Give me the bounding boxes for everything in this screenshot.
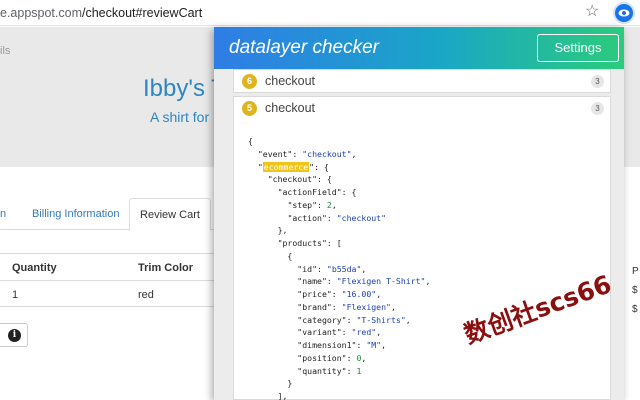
code-line: "name": "Flexigen T-Shirt", [297,276,431,287]
column-header-quantity: Quantity [12,262,57,274]
code-line: "actionField": { [277,187,357,197]
address-bar[interactable]: e.appspot.com/checkout#reviewCart [0,6,202,20]
settings-button[interactable]: Settings [537,34,619,62]
event-name: checkout [265,101,316,115]
event-count-badge: 3 [591,75,604,88]
star-icon[interactable]: ☆ [585,3,599,21]
row-divider [0,306,230,307]
code-line: "products": [ [277,238,342,248]
cell-trim-color: red [138,289,154,301]
code-line: } [248,378,293,389]
code-line: "variant": "red", [297,327,382,338]
eye-icon [618,9,630,17]
code-line: "checkout": { [267,174,332,185]
event-name: checkout [265,74,316,88]
popup-header: datalayer checker Settings [214,27,624,69]
code-line: "ecommerce": { [257,161,329,172]
tab-billing-information[interactable]: Billing Information [32,198,119,230]
datalayer-checker-popup: datalayer checker Settings 6 checkout 3 … [214,27,624,400]
cell-quantity: 1 [12,289,19,301]
event-count-badge: 3 [591,102,604,115]
datalayer-json-code: { "event": "checkout", "ecommerce": { "c… [248,135,430,400]
right-fragment: $ [632,285,638,296]
code-line: "brand": "Flexigen", [297,301,396,312]
code-line: { [248,136,253,146]
url-host: e.appspot.com [0,6,82,20]
event-index-badge: 5 [242,101,257,116]
code-line: ], [248,391,288,400]
hero-fragment: ils [0,45,11,57]
datalayer-extension-icon[interactable] [615,4,633,22]
row-divider [0,280,230,281]
cart-table: Quantity Trim Color 1 red [0,253,230,307]
page-subtitle: A shirt for l [150,109,217,125]
code-line: "action": "checkout" [287,212,387,223]
code-line: "event": "checkout", [257,148,357,159]
column-header-trim-color: Trim Color [138,262,194,274]
code-line: "dimension1": "M", [297,340,387,350]
tab-review-cart[interactable]: Review Cart [129,198,211,231]
checkout-tabs: n Billing Information Review Cart [0,198,230,231]
event-index-badge: 6 [242,74,257,89]
right-fragment: $ [632,304,638,315]
browser-toolbar: e.appspot.com/checkout#reviewCart ☆ [0,0,640,26]
code-line: "step": 2, [287,199,337,210]
right-fragment: P [632,266,639,277]
code-line: }, [248,225,288,236]
url-path: /checkout#reviewCart [82,6,203,20]
event-item[interactable]: 6 checkout 3 [233,69,611,93]
code-line: "id": "b55da", [297,263,367,274]
code-line: "price": "16.00", [297,289,382,299]
code-line: "quantity": 1 [297,365,362,376]
right-edge-fragments: P $ $ [632,262,639,319]
event-list: 6 checkout 3 5 checkout 3 { "event": "ch… [214,69,624,400]
tab-partial[interactable]: n [0,198,6,230]
popup-title: datalayer checker [229,37,379,58]
code-line: { [248,250,293,261]
event-item-expanded[interactable]: 5 checkout 3 { "event": "checkout", "eco… [233,96,611,400]
code-line: "category": "T-Shirts", [297,314,411,325]
info-icon: i [8,329,21,342]
info-button[interactable]: i [0,323,28,347]
code-line: "position": 0, [297,352,367,363]
